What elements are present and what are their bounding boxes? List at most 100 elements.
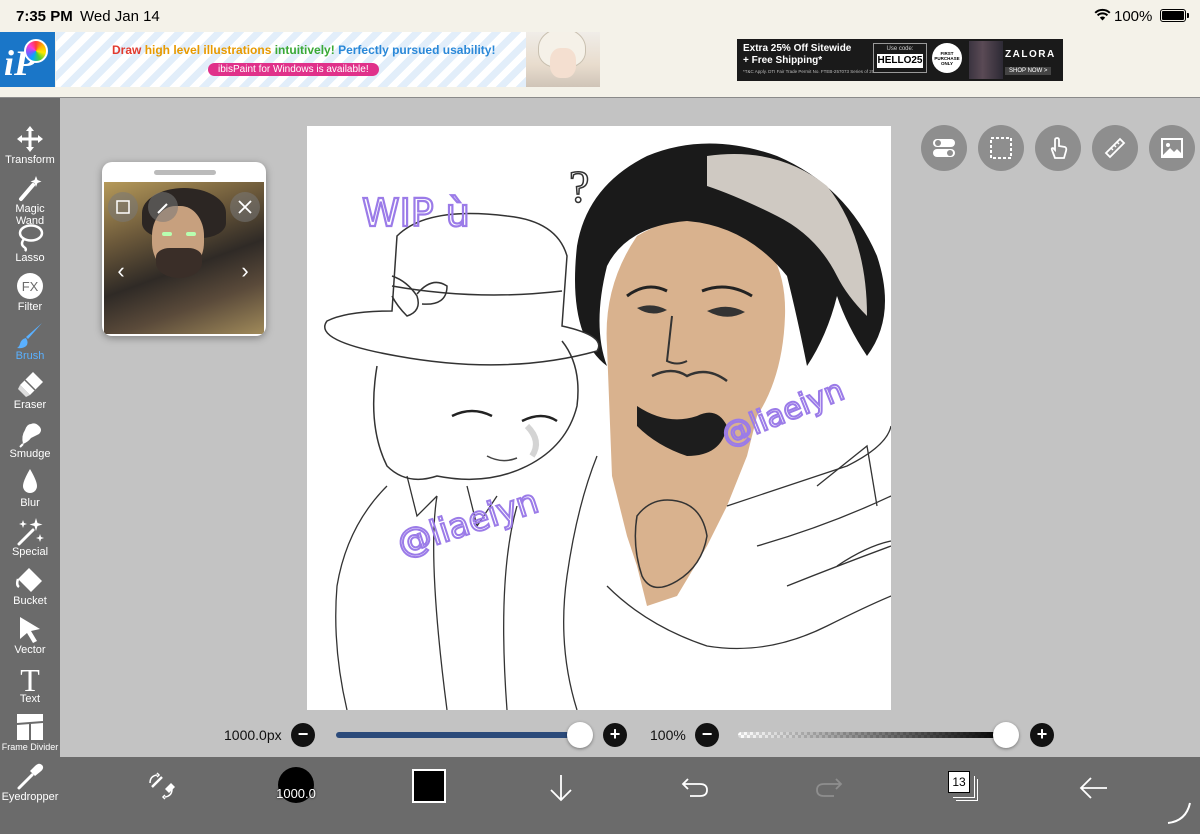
opacity-increase-button[interactable]: + — [1030, 723, 1054, 747]
tool-frame-divider[interactable]: Frame Divider — [0, 710, 60, 759]
ad-fine-print: *T&C Apply. DTI Fair Trade Permit No. FT… — [743, 69, 873, 74]
chevron-left-icon[interactable]: ‹ — [108, 258, 134, 284]
drawing-canvas[interactable]: ? WIP ù @liaeiyn @liaeiyn — [307, 126, 891, 710]
ad-promo-code: Use code: HELLO25 — [873, 43, 927, 73]
undo-icon[interactable] — [680, 775, 710, 801]
tool-label: Smudge — [9, 448, 51, 460]
ad-code-value: HELLO25 — [877, 54, 923, 68]
magic-wand-icon — [19, 176, 42, 201]
color-wheel-icon — [24, 39, 48, 63]
ad-headline-part: Perfectly pursued usability! — [338, 43, 496, 57]
brush-size-slider[interactable] — [336, 732, 580, 738]
tool-label: Bucket — [13, 595, 47, 607]
ad-headline-part: intuitively! — [274, 43, 339, 57]
artwork: ? WIP ù @liaeiyn @liaeiyn — [324, 143, 891, 710]
svg-text:T: T — [20, 663, 40, 693]
ibispaint-banner-ad[interactable]: Draw high level illustrations intuitivel… — [56, 32, 600, 87]
tool-label: Filter — [17, 301, 43, 313]
brush-size-value: 1000.0px — [224, 727, 282, 743]
ad-shop-now[interactable]: SHOP NOW > — [1005, 67, 1052, 75]
wifi-icon — [1094, 8, 1111, 21]
lasso-icon — [18, 224, 44, 252]
ad-models-image — [969, 41, 1003, 79]
tool-label: Eyedropper — [1, 791, 59, 803]
opacity-slider[interactable] — [738, 732, 1006, 738]
opacity-slider-thumb[interactable] — [993, 722, 1019, 748]
tool-bucket[interactable]: Bucket — [0, 563, 60, 612]
brush-size-decrease-button[interactable]: − — [291, 723, 315, 747]
reference-frame-button[interactable] — [108, 192, 138, 222]
tool-special[interactable]: Special — [0, 514, 60, 563]
brush-size-increase-button[interactable]: + — [603, 723, 627, 747]
tool-label: Vector — [14, 644, 46, 656]
dashed-selection-icon — [990, 137, 1012, 159]
back-arrow-icon[interactable] — [1079, 775, 1109, 801]
question-mark-doodle: ? — [569, 161, 589, 212]
tool-eraser[interactable]: Eraser — [0, 367, 60, 416]
tool-blur[interactable]: Blur — [0, 465, 60, 514]
brush-icon — [17, 323, 42, 349]
material-button[interactable] — [1149, 125, 1195, 171]
toggle-settings-button[interactable] — [921, 125, 967, 171]
chevron-right-icon[interactable]: › — [232, 258, 258, 284]
battery-percent: 100% — [1114, 8, 1153, 25]
tool-brush[interactable]: Brush — [0, 318, 60, 367]
reference-window[interactable]: ‹ › — [102, 162, 266, 336]
layers-button[interactable]: 13 — [948, 771, 970, 793]
eyedropper-icon — [17, 763, 44, 790]
redo-icon[interactable] — [814, 775, 844, 801]
resize-corner-icon[interactable] — [1166, 799, 1192, 825]
opacity-decrease-button[interactable]: − — [695, 723, 719, 747]
eraser-icon — [18, 372, 43, 397]
toggle-icon — [933, 139, 955, 157]
ad-strip: iP Draw high level illustrations intuiti… — [0, 32, 1200, 98]
bucket-icon — [15, 568, 42, 592]
move-arrows-icon — [17, 126, 43, 152]
ad-headline-part: high level illustrations — [144, 43, 275, 57]
wip-label: WIP ù — [362, 191, 470, 235]
reference-close-button[interactable] — [230, 192, 260, 222]
tool-smudge[interactable]: Smudge — [0, 416, 60, 465]
brush-size-slider-thumb[interactable] — [567, 722, 593, 748]
watermark: @liaeiyn — [392, 481, 543, 564]
hand-touch-icon — [1050, 137, 1068, 159]
tool-label: Eraser — [13, 399, 47, 411]
brush-eraser-swap-icon[interactable] — [146, 771, 176, 801]
ad-windows-pill[interactable]: ibisPaint for Windows is available! — [208, 63, 379, 76]
ruler-button[interactable] — [1092, 125, 1138, 171]
ad-brand: ZALORA — [1005, 49, 1056, 60]
tool-text[interactable]: T Text — [0, 661, 60, 710]
touch-button[interactable] — [1035, 125, 1081, 171]
tool-vector[interactable]: Vector — [0, 612, 60, 661]
opacity-value: 100% — [650, 727, 686, 743]
reference-eyedropper-button[interactable] — [148, 192, 178, 222]
image-icon — [1161, 138, 1183, 158]
status-time: 7:35 PM — [16, 8, 73, 25]
down-arrow-icon[interactable] — [548, 773, 574, 803]
square-icon — [116, 200, 130, 214]
zalora-banner-ad[interactable]: Extra 25% Off Sitewide + Free Shipping* … — [737, 39, 1063, 81]
color-swatch-button[interactable] — [412, 769, 446, 803]
cursor-arrow-icon — [20, 617, 40, 643]
battery-icon — [1160, 9, 1189, 22]
fx-icon: FX — [17, 273, 43, 299]
tool-label: Special — [11, 546, 49, 558]
ad-character-image — [526, 32, 600, 87]
tool-eyedropper[interactable]: Eyedropper — [0, 759, 60, 808]
reference-window-grab-handle[interactable] — [154, 170, 216, 175]
selection-button[interactable] — [978, 125, 1024, 171]
ad-headline-part: Draw — [112, 43, 145, 57]
tool-transform[interactable]: Transform — [0, 122, 60, 171]
tool-label: Frame Divider — [1, 742, 59, 752]
tool-lasso[interactable]: Lasso — [0, 220, 60, 269]
status-date: Wed Jan 14 — [80, 8, 160, 25]
svg-text:FX: FX — [22, 279, 39, 294]
smudge-icon — [19, 423, 41, 448]
ad-offer-line2: + Free Shipping* — [743, 55, 823, 66]
tool-label: Transform — [5, 154, 55, 166]
ibispaint-logo[interactable]: iP — [0, 32, 55, 87]
ruler-icon — [1104, 137, 1126, 159]
tool-filter[interactable]: FX Filter — [0, 269, 60, 318]
tool-magic-wand[interactable]: Magic Wand — [0, 171, 60, 227]
tool-label: Blur — [20, 497, 40, 509]
